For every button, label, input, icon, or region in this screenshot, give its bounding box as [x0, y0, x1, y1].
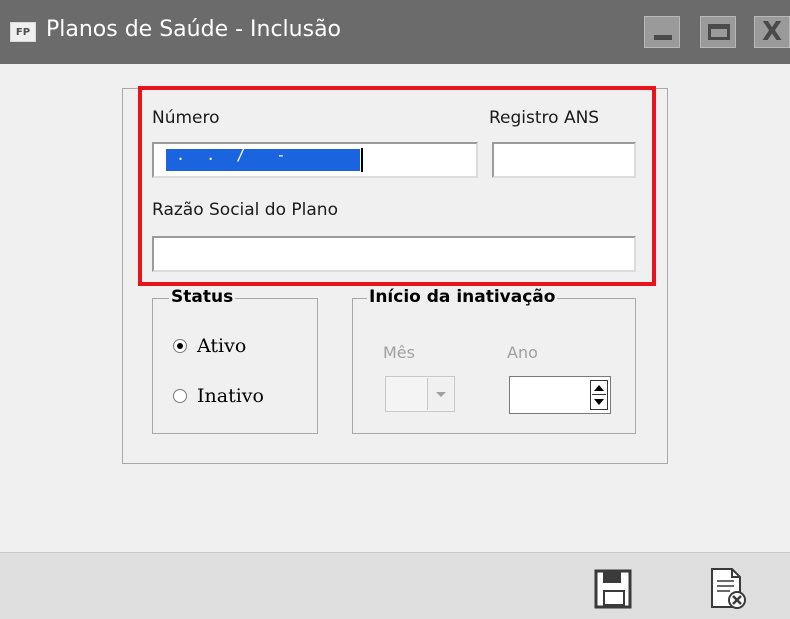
mes-select[interactable]: [385, 376, 455, 412]
mes-dropdown-button[interactable]: [427, 378, 453, 410]
spin-down-icon[interactable]: [594, 399, 604, 405]
maximize-button[interactable]: [700, 16, 736, 48]
status-group: Status Ativo Inativo: [152, 287, 318, 434]
ano-label: Ano: [507, 343, 538, 362]
radio-ativo[interactable]: Ativo: [173, 335, 246, 357]
footer-toolbar: [0, 552, 790, 619]
text-caret: [361, 148, 363, 172]
spin-divider: [592, 394, 606, 395]
cancel-document-icon: [711, 568, 746, 609]
registro-ans-label: Registro ANS: [489, 108, 600, 128]
cancel-button[interactable]: [704, 565, 752, 613]
status-legend: Status: [169, 287, 236, 307]
radio-ativo-indicator[interactable]: [173, 339, 187, 353]
close-button[interactable]: X: [754, 16, 790, 48]
spin-up-icon[interactable]: [594, 385, 604, 391]
minimize-icon: [654, 35, 672, 40]
close-icon: X: [761, 17, 783, 47]
numero-mask: . . / -: [166, 146, 297, 164]
save-button[interactable]: [590, 565, 638, 613]
ano-spin-buttons[interactable]: [590, 380, 608, 410]
radio-inativo-indicator[interactable]: [173, 389, 187, 403]
save-icon: [594, 569, 632, 609]
radio-inativo-label: Inativo: [197, 385, 264, 407]
razao-social-input[interactable]: [152, 236, 636, 272]
app-icon: FP: [10, 22, 36, 42]
numero-input[interactable]: . . / -: [152, 142, 478, 178]
radio-inativo[interactable]: Inativo: [173, 385, 264, 407]
razao-social-label: Razão Social do Plano: [152, 200, 338, 220]
ano-spinner[interactable]: [509, 376, 611, 414]
window-title: Planos de Saúde - Inclusão: [46, 17, 342, 42]
numero-label: Número: [152, 108, 220, 128]
radio-ativo-label: Ativo: [197, 335, 247, 357]
inativacao-legend: Início da inativação: [367, 287, 558, 307]
mes-label: Mês: [383, 343, 415, 362]
title-bar: FP Planos de Saúde - Inclusão X: [0, 0, 790, 64]
minimize-button[interactable]: [644, 16, 680, 48]
maximize-icon: [708, 24, 730, 40]
registro-ans-input[interactable]: [492, 142, 636, 178]
chevron-down-icon: [435, 391, 446, 397]
